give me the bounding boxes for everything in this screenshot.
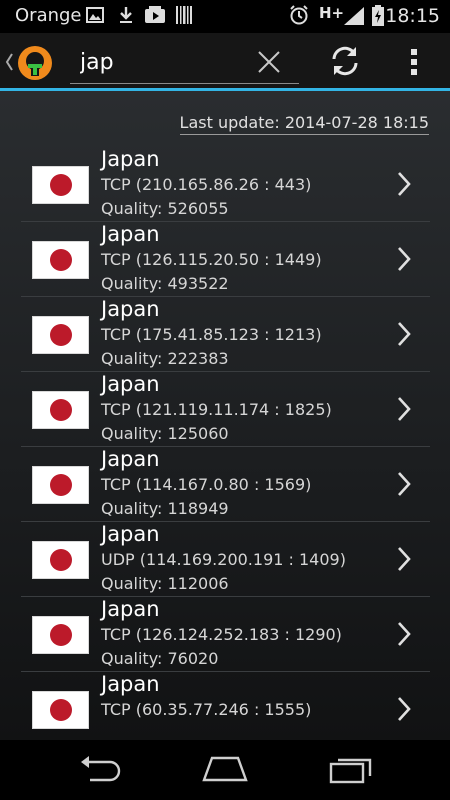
server-list-item[interactable]: Japan TCP (121.119.11.174 : 1825) Quality:… <box>21 372 430 447</box>
server-list-item[interactable]: Japan TCP (114.167.0.80 : 1569) Quality: 1… <box>21 447 430 522</box>
server-quality: Quality: 76020 <box>101 649 219 668</box>
home-icon[interactable] <box>200 754 250 788</box>
network-type-label: H+ <box>319 4 345 22</box>
japan-flag-icon <box>32 466 89 504</box>
battery-icon <box>371 5 385 31</box>
download-icon <box>117 5 135 29</box>
close-icon[interactable] <box>256 49 282 75</box>
server-list-item[interactable]: Japan TCP (126.124.252.183 : 1290) Quality… <box>21 597 430 672</box>
server-country: Japan <box>101 672 160 696</box>
image-icon <box>86 5 104 29</box>
server-list-item[interactable]: Japan TCP (60.35.77.246 : 1555) <box>21 672 430 740</box>
japan-flag-icon <box>32 391 89 429</box>
server-protocol: TCP (210.165.86.26 : 443) <box>101 175 312 194</box>
chevron-right-icon[interactable] <box>395 244 413 278</box>
japan-flag-icon <box>32 616 89 654</box>
server-country: Japan <box>101 372 160 396</box>
server-country: Japan <box>101 597 160 621</box>
server-protocol: TCP (175.41.85.123 : 1213) <box>101 325 322 344</box>
server-quality: Quality: 118949 <box>101 499 229 518</box>
flag-circle <box>50 549 72 571</box>
openvpn-logo-icon[interactable] <box>16 44 54 86</box>
server-protocol: TCP (60.35.77.246 : 1555) <box>101 700 312 719</box>
japan-flag-icon <box>32 166 89 204</box>
server-country: Japan <box>101 222 160 246</box>
server-quality: Quality: 125060 <box>101 424 229 443</box>
japan-flag-icon <box>32 241 89 279</box>
server-protocol: TCP (126.124.252.183 : 1290) <box>101 625 342 644</box>
flag-circle <box>50 249 72 271</box>
flag-circle <box>50 474 72 496</box>
server-list-item[interactable]: Japan TCP (175.41.85.123 : 1213) Quality: … <box>21 297 430 372</box>
chevron-right-icon[interactable] <box>395 619 413 653</box>
japan-flag-icon <box>32 316 89 354</box>
last-update-label: Last update: 2014-07-28 18:15 <box>179 113 429 135</box>
flag-circle <box>50 699 72 721</box>
server-country: Japan <box>101 297 160 321</box>
server-list-panel[interactable]: Last update: 2014-07-28 18:15 Japan TCP (… <box>0 91 450 740</box>
refresh-icon[interactable] <box>328 44 362 78</box>
back-icon[interactable] <box>78 754 122 788</box>
server-quality: Quality: 112006 <box>101 574 229 593</box>
flag-circle <box>50 399 72 421</box>
server-country: Japan <box>101 447 160 471</box>
server-quality: Quality: 526055 <box>101 199 229 218</box>
alarm-icon <box>289 5 309 29</box>
back-chevron-icon[interactable] <box>4 52 14 76</box>
search-input[interactable] <box>78 45 252 79</box>
japan-flag-icon <box>32 691 89 729</box>
server-quality: Quality: 493522 <box>101 274 229 293</box>
server-quality: Quality: 222383 <box>101 349 229 368</box>
flag-circle <box>50 624 72 646</box>
navigation-bar <box>0 740 450 800</box>
flag-circle <box>50 324 72 346</box>
chevron-right-icon[interactable] <box>395 544 413 578</box>
barcode-icon <box>175 5 193 29</box>
status-clock: 18:15 <box>385 5 440 27</box>
chevron-right-icon[interactable] <box>395 694 413 728</box>
signal-icon <box>342 5 366 31</box>
server-protocol: TCP (121.119.11.174 : 1825) <box>101 400 332 419</box>
japan-flag-icon <box>32 541 89 579</box>
server-list-item[interactable]: Japan UDP (114.169.200.191 : 1409) Quality… <box>21 522 430 597</box>
youtube-icon <box>144 5 166 29</box>
chevron-right-icon[interactable] <box>395 469 413 503</box>
chevron-right-icon[interactable] <box>395 319 413 353</box>
server-list-item[interactable]: Japan TCP (126.115.20.50 : 1449) Quality: … <box>21 222 430 297</box>
flag-circle <box>50 174 72 196</box>
server-country: Japan <box>101 147 160 171</box>
server-protocol: TCP (114.167.0.80 : 1569) <box>101 475 312 494</box>
chevron-right-icon[interactable] <box>395 169 413 203</box>
overflow-menu-icon[interactable] <box>404 47 424 77</box>
chevron-right-icon[interactable] <box>395 394 413 428</box>
recent-apps-icon[interactable] <box>328 754 374 788</box>
server-protocol: UDP (114.169.200.191 : 1409) <box>101 550 346 569</box>
carrier-label: Orange <box>15 5 82 26</box>
server-protocol: TCP (126.115.20.50 : 1449) <box>101 250 322 269</box>
server-country: Japan <box>101 522 160 546</box>
server-list-item[interactable]: Japan TCP (210.165.86.26 : 443) Quality: 5… <box>21 147 430 222</box>
status-bar: Orange H+ 18:15 <box>0 0 450 33</box>
